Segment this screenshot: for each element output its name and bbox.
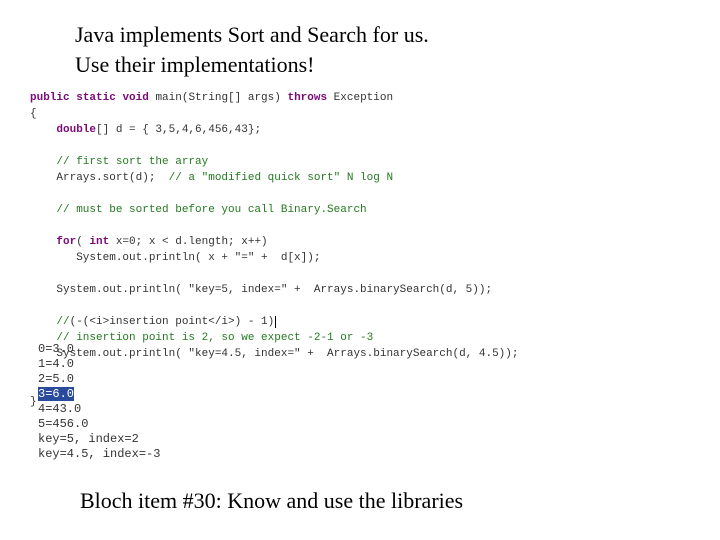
exception: Exception bbox=[327, 92, 393, 104]
text-caret bbox=[275, 316, 276, 328]
indent bbox=[30, 124, 56, 136]
method-name: main(String[] args) bbox=[149, 92, 288, 104]
output-line: 4=43.0 bbox=[38, 402, 81, 416]
for-rest: x=0; x < d.length; x++) bbox=[109, 236, 267, 248]
kw-int: int bbox=[89, 236, 109, 248]
heading-line-2: Use their implementations! bbox=[75, 50, 429, 80]
for-body: System.out.println( x + "=" + d[x]); bbox=[30, 252, 320, 264]
binarysearch-1: System.out.println( "key=5, index=" + Ar… bbox=[30, 284, 492, 296]
footnote: Bloch item #30: Know and use the librari… bbox=[80, 488, 463, 514]
kw-void: void bbox=[122, 92, 148, 104]
slide: Java implements Sort and Search for us. … bbox=[0, 0, 720, 540]
brace-open: { bbox=[30, 108, 37, 120]
indent bbox=[30, 316, 56, 328]
sort-call: Arrays.sort(d); bbox=[30, 172, 169, 184]
for-open: ( bbox=[76, 236, 89, 248]
heading: Java implements Sort and Search for us. … bbox=[75, 20, 429, 79]
output-line: key=4.5, index=-3 bbox=[38, 447, 160, 461]
output-line: 1=4.0 bbox=[38, 357, 74, 371]
output-line: 5=456.0 bbox=[38, 417, 88, 431]
comment-must-sorted: // must be sorted before you call Binary… bbox=[30, 204, 367, 216]
comment-first-sort: // first sort the array bbox=[30, 156, 208, 168]
indent bbox=[30, 236, 56, 248]
kw-throws: throws bbox=[287, 92, 327, 104]
kw-public: public bbox=[30, 92, 70, 104]
output-line: 0=3.0 bbox=[38, 342, 74, 356]
comment-slashes: // bbox=[56, 316, 69, 328]
kw-static: static bbox=[76, 92, 116, 104]
program-output: 0=3.0 1=4.0 2=5.0 3=6.0 4=43.0 5=456.0 k… bbox=[38, 342, 160, 462]
brace-close: } bbox=[30, 396, 37, 408]
kw-for: for bbox=[56, 236, 76, 248]
kw-double: double bbox=[56, 124, 96, 136]
comment-formula: (-(<i>insertion point</i>) - 1) bbox=[70, 316, 275, 328]
output-line: 2=5.0 bbox=[38, 372, 74, 386]
decl-rest: [] d = { 3,5,4,6,456,43}; bbox=[96, 124, 261, 136]
output-line-selected: 3=6.0 bbox=[38, 387, 74, 401]
output-line: key=5, index=2 bbox=[38, 432, 139, 446]
heading-line-1: Java implements Sort and Search for us. bbox=[75, 20, 429, 50]
comment-sort: // a "modified quick sort" N log N bbox=[169, 172, 393, 184]
